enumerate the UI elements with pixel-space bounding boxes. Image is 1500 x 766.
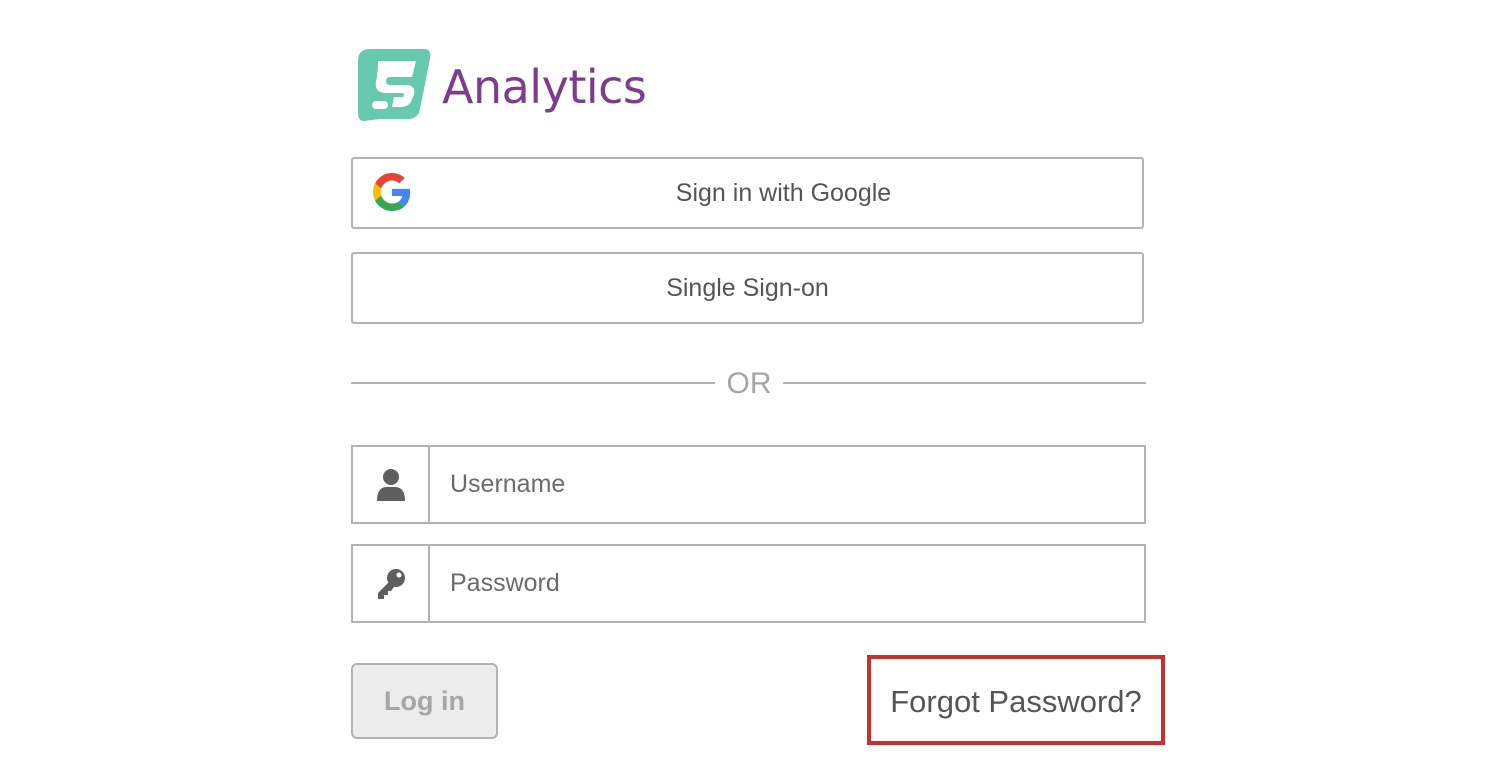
login-page: Analytics Sign in with Google Single Sig… xyxy=(0,0,1500,766)
username-field-group xyxy=(351,445,1146,524)
log-in-button[interactable]: Log in xyxy=(351,663,498,739)
password-addon xyxy=(353,546,430,621)
forgot-password-highlight: Forgot Password? xyxy=(867,655,1165,745)
google-icon xyxy=(373,173,411,211)
password-field-group xyxy=(351,544,1146,623)
or-divider: OR xyxy=(351,366,1146,402)
app-logo: Analytics xyxy=(356,47,647,123)
google-button-label: Sign in with Google xyxy=(675,178,892,207)
divider-line-right xyxy=(783,382,1146,384)
user-icon xyxy=(376,468,405,501)
sign-in-with-google-button[interactable]: Sign in with Google xyxy=(351,157,1144,229)
logo-mark-icon xyxy=(358,49,431,121)
single-sign-on-button[interactable]: Single Sign-on xyxy=(351,252,1144,324)
username-addon xyxy=(353,447,430,522)
divider-text: OR xyxy=(726,367,772,400)
divider-line-left xyxy=(351,382,715,384)
single-sign-on-label: Single Sign-on xyxy=(666,273,829,302)
forgot-password-link[interactable]: Forgot Password? xyxy=(890,684,1142,720)
username-input[interactable] xyxy=(430,447,1144,522)
password-input[interactable] xyxy=(430,546,1144,621)
key-icon xyxy=(377,568,405,599)
logo-text: Analytics xyxy=(442,60,647,114)
